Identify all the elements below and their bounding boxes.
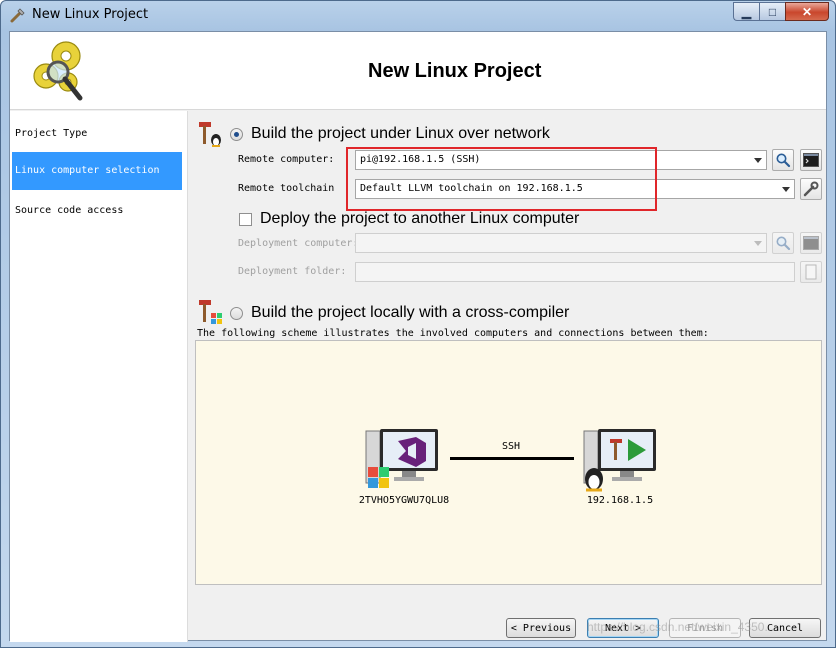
open-terminal-button[interactable] xyxy=(800,149,822,171)
remote-computer-select[interactable]: pi@192.168.1.5 (SSH) xyxy=(355,150,767,170)
deployment-folder-input[interactable] xyxy=(355,262,795,282)
content-layer: Build the project under Linux over netwo… xyxy=(1,1,836,649)
chevron-down-icon xyxy=(782,187,790,192)
deploy-option[interactable]: Deploy the project to another Linux comp… xyxy=(239,210,579,228)
watermark-text: https://blog.csdn.net/weixin_4350... xyxy=(587,620,775,634)
remote-toolchain-label: Remote toolchain xyxy=(238,183,335,194)
scheme-caption: The following scheme illustrates the inv… xyxy=(197,328,709,339)
wrench-icon xyxy=(803,181,819,197)
network-build-label: Build the project under Linux over netwo… xyxy=(251,125,550,142)
network-build-option[interactable]: Build the project under Linux over netwo… xyxy=(230,125,550,143)
deploy-label: Deploy the project to another Linux comp… xyxy=(260,210,580,227)
hammer-linux-icon xyxy=(199,122,221,147)
edit-toolchain-button[interactable] xyxy=(800,178,822,200)
network-build-radio[interactable] xyxy=(230,127,243,141)
deployment-terminal-button[interactable] xyxy=(800,232,822,254)
chevron-down-icon xyxy=(754,158,762,163)
remote-toolchain-value: Default LLVM toolchain on 192.168.1.5 xyxy=(360,183,583,194)
hammer-windows-icon xyxy=(199,300,222,324)
local-host-label: 2TVHO5YGWU7QLU8 xyxy=(358,495,450,506)
remote-host-label: 192.168.1.5 xyxy=(586,495,654,506)
previous-button[interactable]: < Previous xyxy=(506,618,576,638)
search-deployment-computer-button[interactable] xyxy=(772,232,794,254)
connection-scheme: 2TVHO5YGWU7QLU8 SSH 192.168.1.5 xyxy=(195,340,822,585)
terminal-icon xyxy=(803,236,819,250)
remote-computer-label: Remote computer: xyxy=(238,154,335,165)
remote-computer-value: pi@192.168.1.5 (SSH) xyxy=(360,154,481,165)
deployment-computer-select[interactable] xyxy=(355,233,767,253)
cross-build-radio[interactable] xyxy=(230,306,243,320)
linux-computer-icon xyxy=(583,429,656,492)
deployment-folder-label: Deployment folder: xyxy=(238,266,347,277)
browse-folder-button[interactable] xyxy=(800,261,822,283)
connection-label: SSH xyxy=(502,441,521,452)
terminal-icon xyxy=(803,153,819,167)
deploy-checkbox[interactable] xyxy=(239,212,252,226)
remote-toolchain-select[interactable]: Default LLVM toolchain on 192.168.1.5 xyxy=(355,179,795,199)
deployment-computer-label: Deployment computer: xyxy=(238,238,359,249)
search-icon xyxy=(776,236,791,251)
chevron-down-icon xyxy=(754,241,762,246)
cross-build-label: Build the project locally with a cross-c… xyxy=(251,304,570,321)
document-icon xyxy=(805,264,817,280)
dialog-window: New Linux Project ▁ □ ✕ New Linux Projec… xyxy=(0,0,836,648)
windows-vs-computer-icon xyxy=(365,429,438,488)
search-icon xyxy=(776,153,791,168)
search-computer-button[interactable] xyxy=(772,149,794,171)
ssh-connection-line xyxy=(450,457,574,460)
cross-build-option[interactable]: Build the project locally with a cross-c… xyxy=(230,304,569,322)
